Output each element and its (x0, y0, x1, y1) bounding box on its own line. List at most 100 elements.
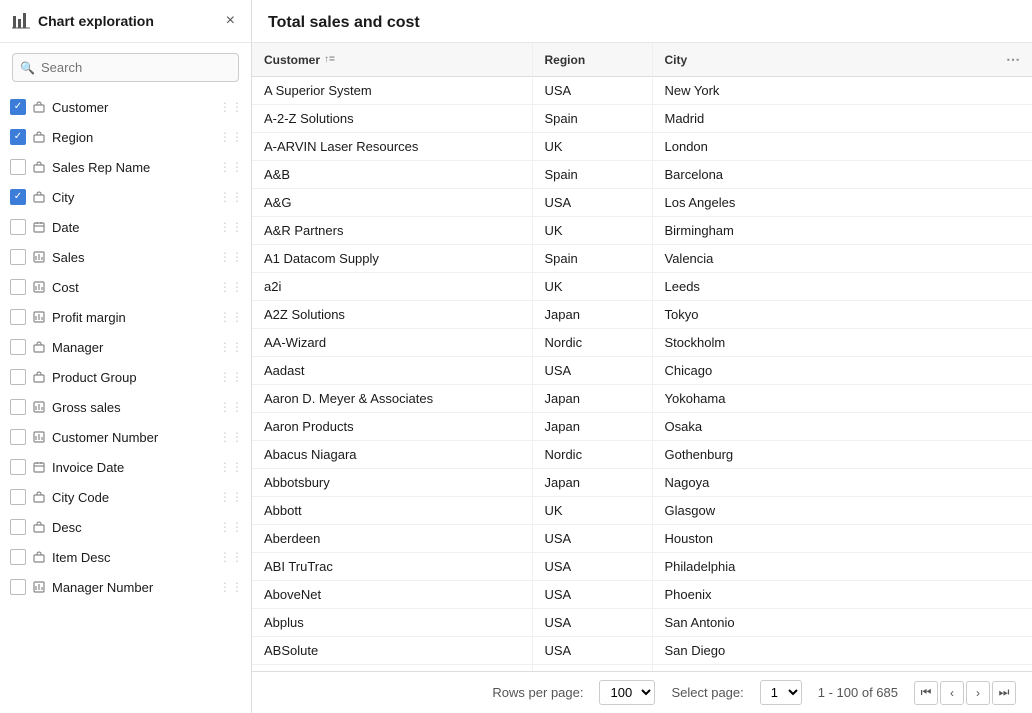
cell-city[interactable]: Philadelphia (652, 553, 1032, 581)
field-item-manager[interactable]: Manager⋮⋮ (0, 332, 251, 362)
page-select[interactable]: 1 (760, 680, 802, 705)
field-type-icon-profit_margin (32, 310, 46, 324)
field-checkbox-customer[interactable] (10, 99, 26, 115)
field-drag-item_desc[interactable]: ⋮⋮ (219, 550, 243, 564)
field-checkbox-manager[interactable] (10, 339, 26, 355)
table-row: A&R PartnersUKBirmingham (252, 217, 1032, 245)
cell-city[interactable]: Tokyo (652, 301, 1032, 329)
field-checkbox-manager_number[interactable] (10, 579, 26, 595)
cell-customer: Absolute Magic (252, 665, 532, 672)
table-row: ABSoluteUSASan Diego (252, 637, 1032, 665)
field-label-cost: Cost (52, 280, 213, 295)
cell-customer[interactable]: ABI TruTrac (252, 553, 532, 581)
cell-city: Osaka (652, 413, 1032, 441)
field-item-gross_sales[interactable]: Gross sales⋮⋮ (0, 392, 251, 422)
field-item-region[interactable]: Region ⋮⋮ (0, 122, 251, 152)
field-checkbox-item_desc[interactable] (10, 549, 26, 565)
table-row: AbbottUKGlasgow (252, 497, 1032, 525)
field-drag-manager[interactable]: ⋮⋮ (219, 340, 243, 354)
field-drag-sales[interactable]: ⋮⋮ (219, 250, 243, 264)
field-checkbox-invoice_date[interactable] (10, 459, 26, 475)
prev-page-button[interactable]: ‹ (940, 681, 964, 705)
field-item-sales[interactable]: Sales⋮⋮ (0, 242, 251, 272)
field-checkbox-cost[interactable] (10, 279, 26, 295)
field-type-icon-region (32, 130, 46, 144)
field-drag-customer_number[interactable]: ⋮⋮ (219, 430, 243, 444)
field-item-city[interactable]: City⋮⋮ (0, 182, 251, 212)
cell-city[interactable]: Stockholm (652, 329, 1032, 357)
page-range-info: 1 - 100 of 685 (818, 685, 898, 700)
cell-city: San Antonio (652, 609, 1032, 637)
field-item-date[interactable]: Date⋮⋮ (0, 212, 251, 242)
cell-city[interactable]: Yokohama (652, 385, 1032, 413)
field-list: Customer⋮⋮Region⋮⋮Sales Rep Name⋮⋮City⋮⋮… (0, 92, 251, 713)
cell-city[interactable]: New York (652, 77, 1032, 105)
column-header-region[interactable]: Region (532, 43, 652, 77)
cell-city[interactable]: Barcelona (652, 161, 1032, 189)
field-item-manager_number[interactable]: Manager Number⋮⋮ (0, 572, 251, 602)
rows-per-page-label: Rows per page: (492, 685, 583, 700)
column-header-customer[interactable]: Customer ↑= (252, 43, 532, 77)
cell-customer[interactable]: Abacus Niagara (252, 441, 532, 469)
field-item-desc[interactable]: Desc⋮⋮ (0, 512, 251, 542)
field-checkbox-profit_margin[interactable] (10, 309, 26, 325)
field-checkbox-customer_number[interactable] (10, 429, 26, 445)
field-drag-gross_sales[interactable]: ⋮⋮ (219, 400, 243, 414)
field-drag-desc[interactable]: ⋮⋮ (219, 520, 243, 534)
field-drag-cost[interactable]: ⋮⋮ (219, 280, 243, 294)
field-item-item_desc[interactable]: Item Desc⋮⋮ (0, 542, 251, 572)
field-checkbox-city[interactable] (10, 189, 26, 205)
field-checkbox-product_group[interactable] (10, 369, 26, 385)
close-button[interactable]: × (222, 10, 239, 32)
field-drag-product_group[interactable]: ⋮⋮ (219, 370, 243, 384)
cell-city[interactable]: Los Angeles (652, 189, 1032, 217)
field-checkbox-sales_rep_name[interactable] (10, 159, 26, 175)
table-row: AbplusUSASan Antonio (252, 609, 1032, 637)
cell-region: UK (532, 497, 652, 525)
table-container[interactable]: Customer ↑= Region City ⋯ (252, 43, 1032, 671)
next-page-button[interactable]: › (966, 681, 990, 705)
field-item-cost[interactable]: Cost ⋮⋮ (0, 272, 251, 302)
last-page-button[interactable]: ⏭ (992, 681, 1016, 705)
field-checkbox-gross_sales[interactable] (10, 399, 26, 415)
field-drag-city[interactable]: ⋮⋮ (219, 190, 243, 204)
cell-customer[interactable]: A-2-Z Solutions (252, 105, 532, 133)
field-checkbox-region[interactable] (10, 129, 26, 145)
field-drag-customer[interactable]: ⋮⋮ (219, 100, 243, 114)
cell-city[interactable]: Madrid (652, 105, 1032, 133)
field-drag-invoice_date[interactable]: ⋮⋮ (219, 460, 243, 474)
field-label-region: Region (52, 130, 213, 145)
field-drag-profit_margin[interactable]: ⋮⋮ (219, 310, 243, 324)
table-row: ABI TruTracUSAPhiladelphia (252, 553, 1032, 581)
field-item-customer_number[interactable]: Customer Number⋮⋮ (0, 422, 251, 452)
rows-per-page-select[interactable]: 102550100200 (599, 680, 655, 705)
field-type-icon-city (32, 190, 46, 204)
field-type-icon-item_desc (32, 550, 46, 564)
field-item-sales_rep_name[interactable]: Sales Rep Name⋮⋮ (0, 152, 251, 182)
field-drag-date[interactable]: ⋮⋮ (219, 220, 243, 234)
field-checkbox-sales[interactable] (10, 249, 26, 265)
field-checkbox-desc[interactable] (10, 519, 26, 535)
field-drag-region[interactable]: ⋮⋮ (219, 130, 243, 144)
table-row: AadastUSAChicago (252, 357, 1032, 385)
field-item-product_group[interactable]: Product Group⋮⋮ (0, 362, 251, 392)
cell-city: Dallas (652, 665, 1032, 672)
field-drag-city_code[interactable]: ⋮⋮ (219, 490, 243, 504)
field-drag-sales_rep_name[interactable]: ⋮⋮ (219, 160, 243, 174)
search-input[interactable] (12, 53, 239, 82)
field-checkbox-date[interactable] (10, 219, 26, 235)
cell-region[interactable]: Nordic (532, 441, 652, 469)
cell-region: USA (532, 77, 652, 105)
first-page-button[interactable]: ⏮ (914, 681, 938, 705)
field-drag-manager_number[interactable]: ⋮⋮ (219, 580, 243, 594)
field-checkbox-city_code[interactable] (10, 489, 26, 505)
search-icon: 🔍 (20, 61, 35, 75)
cell-region[interactable]: Nordic (532, 329, 652, 357)
column-header-city[interactable]: City ⋯ (652, 43, 1032, 77)
field-item-invoice_date[interactable]: Invoice Date⋮⋮ (0, 452, 251, 482)
sidebar-title: Chart exploration (38, 13, 214, 29)
field-item-profit_margin[interactable]: Profit margin⋮⋮ (0, 302, 251, 332)
field-item-city_code[interactable]: City Code⋮⋮ (0, 482, 251, 512)
more-options-icon[interactable]: ⋯ (1006, 51, 1020, 68)
field-item-customer[interactable]: Customer⋮⋮ (0, 92, 251, 122)
